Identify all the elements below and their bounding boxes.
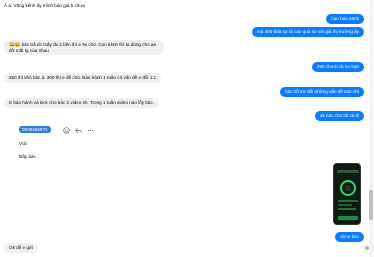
more-icon[interactable]: [87, 127, 94, 134]
message-outgoing: mà 400 thật sự là cao quá so với giá thị…: [251, 27, 364, 37]
message-incoming: 250 thì khó bác à. 300 thì e để cho. Bảo…: [4, 73, 162, 83]
image-attachment-thumbnail[interactable]: [333, 163, 361, 225]
phone-number-selected[interactable]: 0939456672: [19, 126, 51, 133]
message-outgoing: 250 chưởi đc ko bạn: [311, 62, 364, 72]
chat-thread: À à. Vâng kênh ấy mình báo giá b chưa bạ…: [0, 0, 374, 257]
message-incoming: E bảo hành và kick cho bác 2 video sh. T…: [4, 98, 160, 108]
message-tools: [63, 127, 94, 134]
message-outgoing: bác hỗ trợ đổi những vấn đề sao nhỉ: [279, 87, 364, 97]
smile-icon[interactable]: [63, 127, 70, 134]
message-incoming: Đây bác: [19, 154, 36, 159]
message-incoming: À à. Vâng kênh ấy mình báo giá b chưa: [4, 3, 85, 8]
message-incoming: Ok để e gửi: [4, 243, 39, 253]
message-outgoing: bạn báo 400k: [326, 14, 364, 24]
reply-icon[interactable]: [75, 127, 82, 134]
message-outgoing: done bác: [335, 232, 364, 242]
scrollbar-thumb[interactable]: [369, 190, 373, 220]
message-outgoing: ok bác cho tôi xk đi: [314, 111, 364, 121]
message-incoming: 😂😂 bác trả dc mấy đv 2 bên thì e 9x cho.…: [4, 40, 164, 56]
message-incoming: Vcb: [19, 141, 27, 146]
